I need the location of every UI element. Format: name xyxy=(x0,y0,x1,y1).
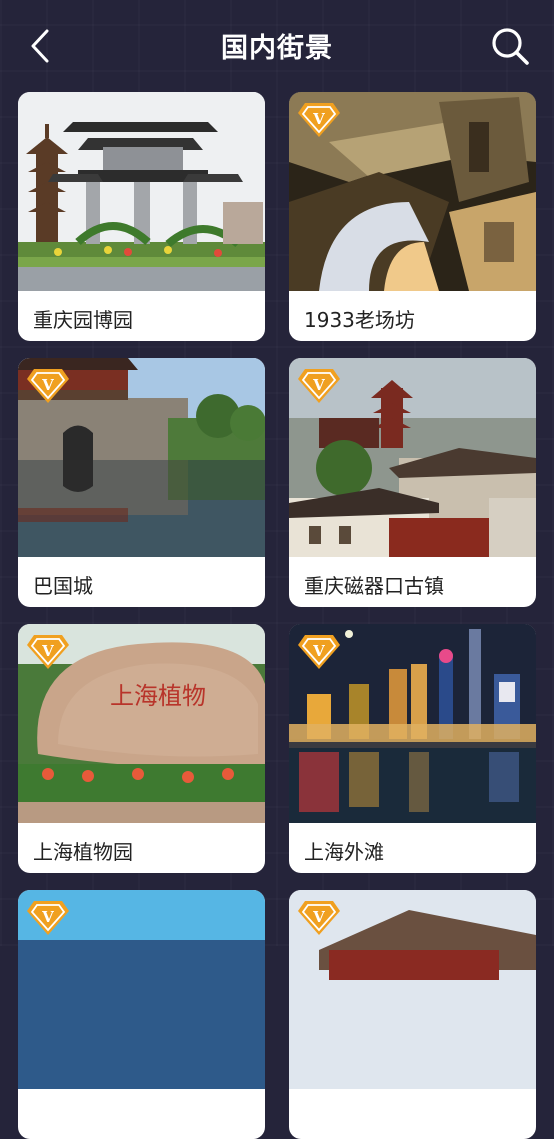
scene-label: 巴国城 xyxy=(33,574,93,598)
scene-label: 上海外滩 xyxy=(304,840,384,864)
vip-badge-icon: V xyxy=(27,901,69,935)
svg-text:V: V xyxy=(41,642,54,660)
scene-card[interactable]: 上海植物 V 上海植物园 xyxy=(18,624,265,873)
vip-badge-icon: V xyxy=(27,369,69,403)
search-icon xyxy=(492,28,529,65)
scene-card[interactable]: V 上海外滩 xyxy=(289,624,536,873)
scene-card[interactable]: V xyxy=(289,890,536,1139)
scene-label: 上海植物园 xyxy=(33,840,133,864)
scene-card[interactable]: V 巴国城 xyxy=(18,358,265,607)
scene-card[interactable]: V 重庆磁器口古镇 xyxy=(289,358,536,607)
scene-label: 重庆园博园 xyxy=(33,308,133,332)
search-button[interactable] xyxy=(488,24,532,68)
scene-card[interactable]: V 1933老场坊 xyxy=(289,92,536,341)
app-header: 国内街景 xyxy=(0,0,554,90)
page-title: 国内街景 xyxy=(221,33,333,64)
svg-text:V: V xyxy=(312,110,325,128)
vip-badge-icon: V xyxy=(27,635,69,669)
vip-badge-icon: V xyxy=(298,103,340,137)
scene-label: 重庆磁器口古镇 xyxy=(304,574,444,598)
svg-text:V: V xyxy=(41,376,54,394)
scene-label: 1933老场坊 xyxy=(304,308,415,332)
scene-card[interactable]: V xyxy=(18,890,265,1139)
vip-badge-icon: V xyxy=(298,901,340,935)
svg-text:V: V xyxy=(312,376,325,394)
svg-text:V: V xyxy=(312,642,325,660)
scene-grid: 重庆园博园 V 1933老场坊 V 巴国城 V 重庆磁器口古镇 上海植物 V 上… xyxy=(18,92,536,1139)
svg-text:V: V xyxy=(312,908,325,926)
scene-thumbnail xyxy=(18,92,265,291)
vip-badge-icon: V xyxy=(298,369,340,403)
scene-card[interactable]: 重庆园博园 xyxy=(18,92,265,341)
svg-text:V: V xyxy=(41,908,54,926)
rock-inscription: 上海植物 xyxy=(110,682,206,710)
vip-badge-icon: V xyxy=(298,635,340,669)
